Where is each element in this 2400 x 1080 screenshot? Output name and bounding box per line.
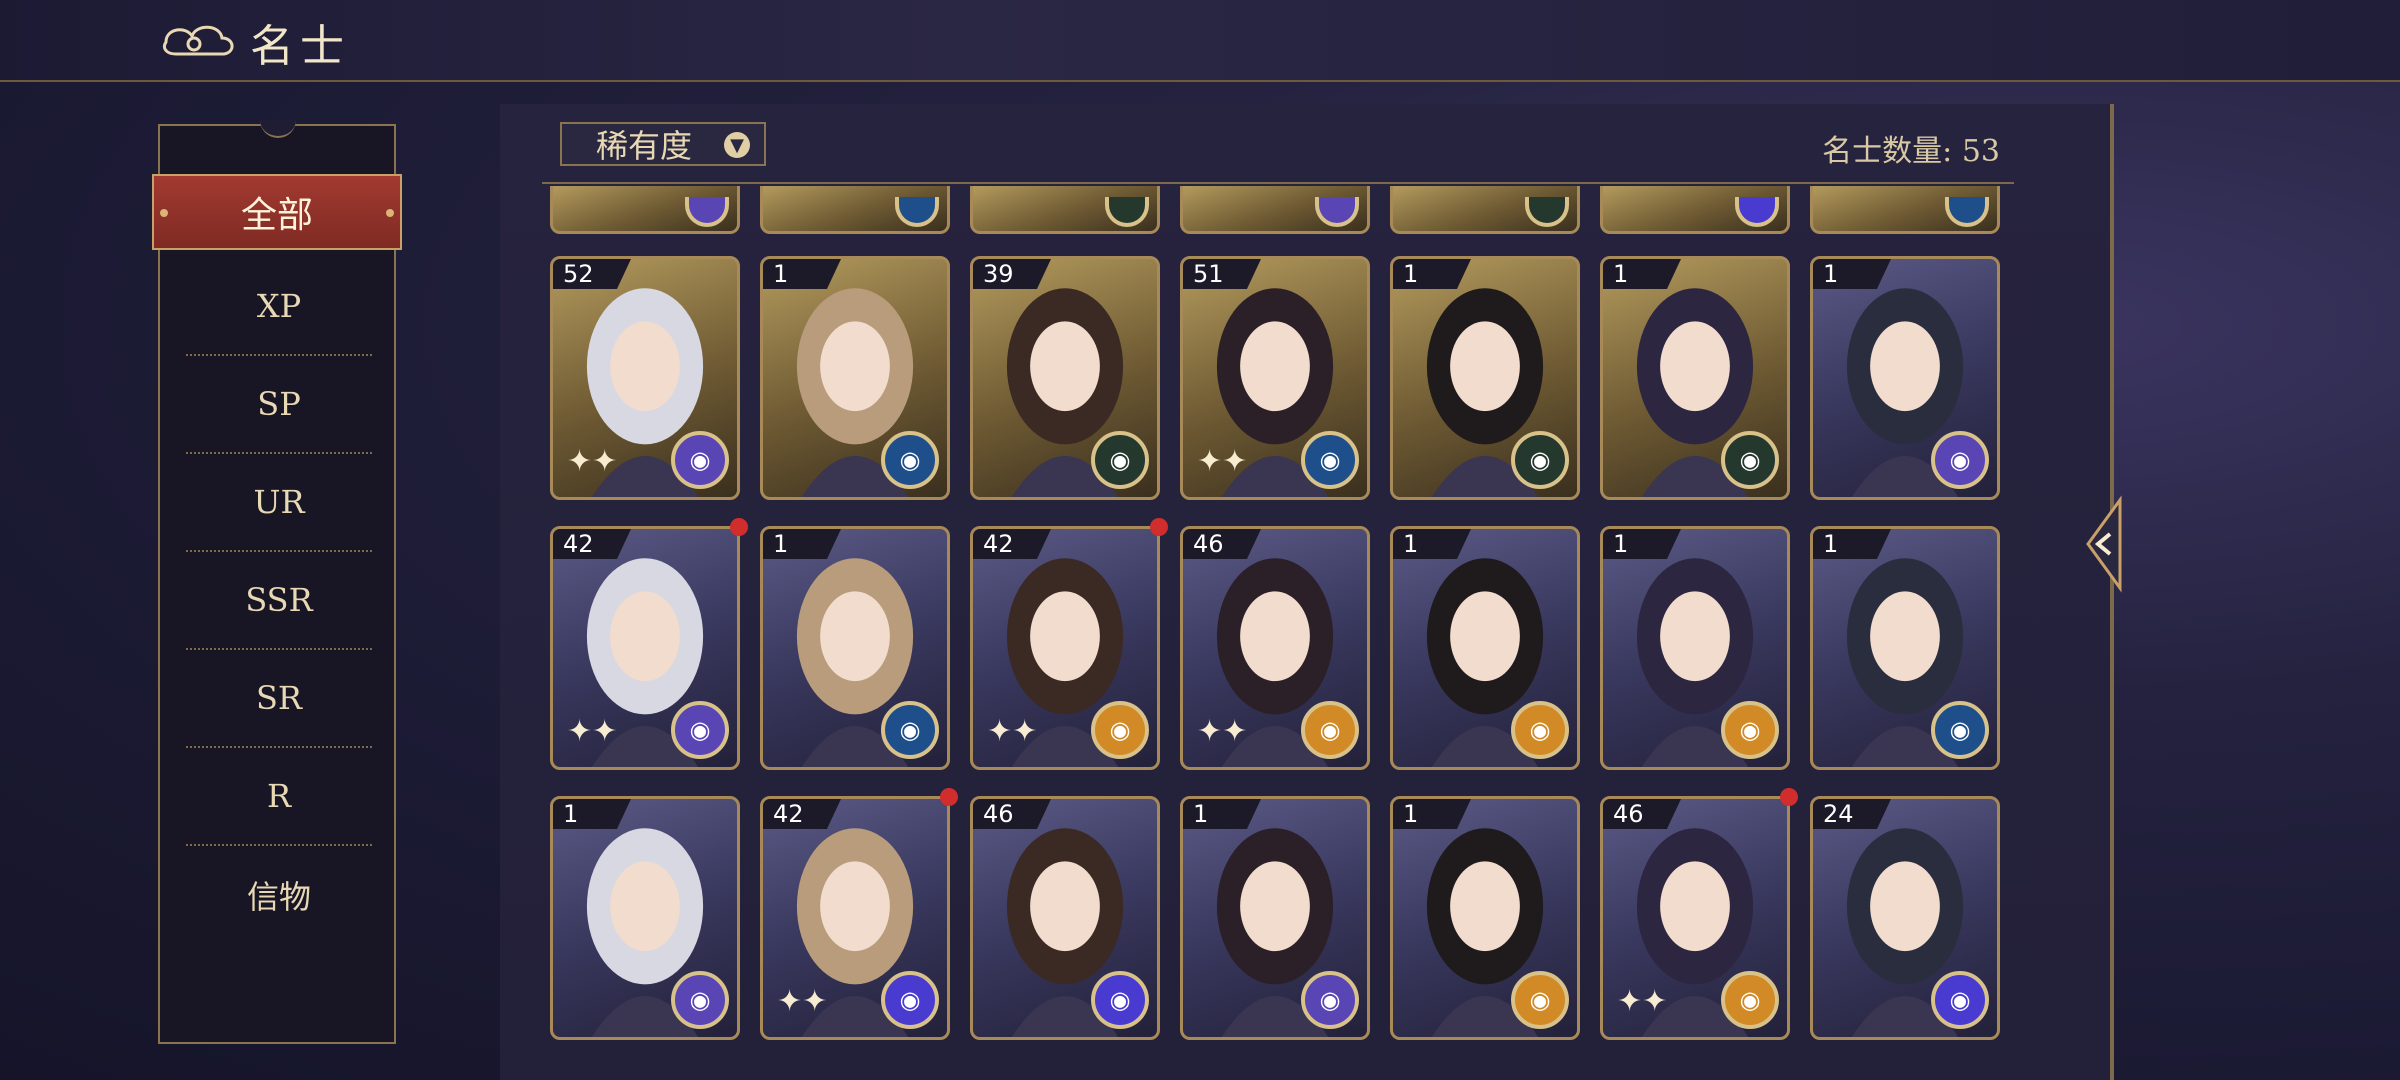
element-badge-icon: ◉ (1721, 701, 1779, 759)
chevron-down-icon: ▼ (724, 132, 750, 158)
element-badge-icon (685, 197, 729, 227)
sort-dropdown[interactable]: 稀有度 ▼ (560, 122, 766, 166)
notification-dot (940, 788, 958, 806)
element-badge-icon: ◉ (1721, 431, 1779, 489)
character-card[interactable]: 42 ✦✦ ◉ (760, 796, 950, 1040)
character-card[interactable]: 46 ✦✦ ◉ (1600, 796, 1790, 1040)
character-card[interactable]: 46 ✦✦ ◉ (1180, 526, 1370, 770)
element-badge-icon: ◉ (1511, 431, 1569, 489)
element-badge-icon: ◉ (1091, 971, 1149, 1029)
filter-tab-all[interactable]: 全部 (152, 174, 402, 250)
element-badge-icon: ◉ (881, 431, 939, 489)
character-card[interactable]: 1 ◉ (760, 526, 950, 770)
element-badge-icon: ◉ (1091, 431, 1149, 489)
filter-tab-label: XP (256, 287, 302, 325)
element-badge-icon (1105, 197, 1149, 227)
filter-tab-label: SP (257, 385, 301, 423)
collapse-arrow-button[interactable] (2080, 494, 2126, 594)
element-badge-icon: ◉ (671, 971, 729, 1029)
filter-tab-label: R (266, 777, 292, 815)
element-badge-icon (1525, 197, 1569, 227)
sparkle-icon: ✦✦ (987, 714, 1038, 749)
notification-dot (1780, 788, 1798, 806)
element-badge-icon: ◉ (881, 971, 939, 1029)
character-card[interactable]: 46 ◉ (970, 796, 1160, 1040)
filter-tab-label: 全部 (240, 195, 313, 236)
sparkle-icon: ✦✦ (1617, 984, 1668, 1019)
sort-dropdown-label: 稀有度 (596, 127, 693, 165)
element-badge-icon: ◉ (671, 431, 729, 489)
sparkle-icon: ✦✦ (1197, 444, 1248, 479)
character-card[interactable]: 39 ◉ (970, 256, 1160, 500)
sparkle-icon: ✦✦ (567, 444, 618, 479)
element-badge-icon (1945, 197, 1989, 227)
filter-tab-ssr[interactable]: SSR (186, 552, 372, 650)
ornament-dot-right (386, 209, 394, 217)
notification-dot (1150, 518, 1168, 536)
page-title: 名士 (250, 21, 350, 72)
character-card-partial[interactable] (970, 186, 1160, 234)
character-card-partial[interactable] (760, 186, 950, 234)
filter-tab-r[interactable]: R (186, 748, 372, 846)
character-card-partial[interactable] (1810, 186, 2000, 234)
character-card[interactable]: 1 ◉ (1390, 796, 1580, 1040)
filter-tab-label: SR (255, 679, 302, 717)
filter-tab-sp[interactable]: SP (186, 356, 372, 454)
character-count: 名士数量: 53 (1822, 134, 2000, 169)
character-card[interactable]: 1 ◉ (1180, 796, 1370, 1040)
sparkle-icon: ✦✦ (567, 714, 618, 749)
character-card[interactable]: 1 ◉ (1810, 256, 2000, 500)
character-card[interactable]: 1 ◉ (1600, 256, 1790, 500)
character-card-partial[interactable] (1390, 186, 1580, 234)
element-badge-icon: ◉ (1301, 701, 1359, 759)
element-badge-icon: ◉ (1931, 431, 1989, 489)
character-card[interactable]: 1 ◉ (1390, 256, 1580, 500)
filter-tab-label: SSR (245, 581, 313, 619)
filter-tab-sr[interactable]: SR (186, 650, 372, 748)
notification-dot (730, 518, 748, 536)
character-card[interactable]: 42 ✦✦ ◉ (970, 526, 1160, 770)
filter-tab-xp[interactable]: XP (186, 258, 372, 356)
filter-tab-ur[interactable]: UR (186, 454, 372, 552)
element-badge-icon: ◉ (1511, 971, 1569, 1029)
sparkle-icon: ✦✦ (1197, 714, 1248, 749)
character-card[interactable]: 42 ✦✦ ◉ (550, 526, 740, 770)
character-card-partial[interactable] (1180, 186, 1370, 234)
grid-divider (542, 182, 2014, 184)
character-card-partial[interactable] (550, 186, 740, 234)
ornament-dot-left (160, 209, 168, 217)
element-badge-icon (895, 197, 939, 227)
element-badge-icon: ◉ (1511, 701, 1569, 759)
character-card[interactable]: 24 ◉ (1810, 796, 2000, 1040)
element-badge-icon: ◉ (1931, 971, 1989, 1029)
character-card[interactable]: 1 ◉ (760, 256, 950, 500)
element-badge-icon: ◉ (1301, 971, 1359, 1029)
element-badge-icon: ◉ (1721, 971, 1779, 1029)
element-badge-icon: ◉ (881, 701, 939, 759)
character-card[interactable]: 52 ✦✦ ◉ (550, 256, 740, 500)
character-card[interactable]: 1 ◉ (550, 796, 740, 1040)
element-badge-icon: ◉ (1301, 431, 1359, 489)
character-card[interactable]: 1 ◉ (1600, 526, 1790, 770)
sparkle-icon: ✦✦ (777, 984, 828, 1019)
top-header: 名士 (0, 0, 2400, 82)
filter-tab-label: 信物 (246, 878, 311, 916)
cloud-swirl-icon (162, 25, 234, 56)
element-badge-icon: ◉ (671, 701, 729, 759)
element-badge-icon: ◉ (1931, 701, 1989, 759)
character-card[interactable]: 1 ◉ (1810, 526, 2000, 770)
filter-tab-label: UR (253, 483, 305, 521)
character-card-partial[interactable] (1600, 186, 1790, 234)
arrow-left-icon (2086, 495, 2122, 593)
filter-tab-token[interactable]: 信物 (186, 846, 372, 944)
element-badge-icon (1735, 197, 1779, 227)
character-card[interactable]: 51 ✦✦ ◉ (1180, 256, 1370, 500)
element-badge-icon (1315, 197, 1359, 227)
element-badge-icon: ◉ (1091, 701, 1149, 759)
character-card[interactable]: 1 ◉ (1390, 526, 1580, 770)
